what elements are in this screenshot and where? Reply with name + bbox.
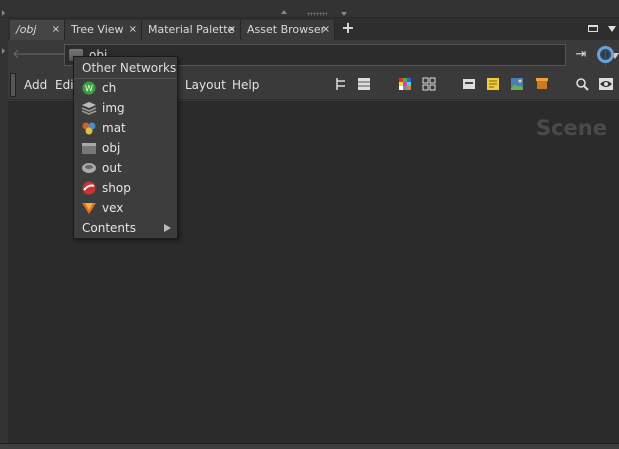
network-item-label: out <box>102 161 122 175</box>
network-item-ch[interactable]: W ch <box>74 78 177 98</box>
add-tab-button[interactable]: + <box>339 18 357 40</box>
top-splitter[interactable] <box>0 0 619 18</box>
pane-menu-icon[interactable] <box>588 25 598 32</box>
menu-add[interactable]: Add <box>24 78 47 92</box>
tab-label: Tree View <box>71 23 124 36</box>
toolbar-handle[interactable] <box>10 73 16 97</box>
menu-help[interactable]: Help <box>232 78 259 92</box>
link-pane-icon[interactable] <box>597 46 614 63</box>
network-item-label: obj <box>102 141 121 155</box>
collapse-down-icon[interactable] <box>341 12 347 16</box>
pane-dropdown-icon[interactable] <box>608 26 616 32</box>
close-icon[interactable]: × <box>228 20 236 40</box>
pane-tab-bar: /obj × Tree View × Material Palette × As… <box>8 18 619 40</box>
tree-layout-icon[interactable] <box>334 77 348 91</box>
network-item-mat[interactable]: mat <box>74 118 177 138</box>
contents-submenu[interactable]: Contents <box>74 218 177 238</box>
submenu-arrow-icon <box>164 224 171 232</box>
img-network-icon <box>81 102 97 115</box>
tab-obj[interactable]: /obj × <box>10 20 65 40</box>
mat-network-icon <box>82 122 96 135</box>
background-image-icon[interactable] <box>510 77 524 91</box>
list-view-icon[interactable] <box>357 77 371 91</box>
left-splitter[interactable] <box>0 10 8 449</box>
color-palette-icon[interactable] <box>398 77 412 91</box>
tab-label: Material Palette <box>148 23 235 36</box>
network-item-obj[interactable]: obj <box>74 138 177 158</box>
bottom-splitter[interactable] <box>0 443 619 449</box>
contents-label: Contents <box>82 221 136 235</box>
network-item-label: ch <box>102 81 117 95</box>
network-item-out[interactable]: out <box>74 158 177 178</box>
shape-palette-icon[interactable] <box>422 77 436 91</box>
network-item-label: shop <box>102 181 131 195</box>
vex-network-icon <box>82 203 96 214</box>
tab-material-palette[interactable]: Material Palette × <box>142 20 241 40</box>
back-icon[interactable]: 🡐 <box>12 48 47 62</box>
tab-label: Asset Browser <box>247 23 326 36</box>
forward-icon[interactable]: 🡒 <box>36 48 71 62</box>
network-item-label: vex <box>102 201 124 215</box>
menu-layout[interactable]: Layout <box>185 78 226 92</box>
network-item-img[interactable]: img <box>74 98 177 118</box>
other-networks-menu: Other Networks W ch img mat obj out shop… <box>73 56 178 239</box>
tab-label: /obj <box>16 23 37 36</box>
visibility-eye-icon[interactable] <box>599 77 613 91</box>
obj-network-icon <box>82 143 96 154</box>
left-expand-icon[interactable] <box>2 10 5 16</box>
left-expand-icon[interactable] <box>2 48 5 54</box>
close-icon[interactable]: × <box>129 20 137 40</box>
menu-header: Other Networks <box>82 61 177 75</box>
sticky-note-icon[interactable] <box>486 77 500 91</box>
close-icon[interactable]: × <box>52 20 60 40</box>
close-icon[interactable]: × <box>322 20 330 40</box>
network-item-shop[interactable]: shop <box>74 178 177 198</box>
network-box-icon[interactable] <box>462 77 476 91</box>
search-icon[interactable] <box>575 77 589 91</box>
splitter-grip-icon[interactable] <box>307 12 327 16</box>
collapse-up-icon[interactable] <box>281 10 287 14</box>
subnet-icon[interactable] <box>535 77 549 91</box>
tab-asset-browser[interactable]: Asset Browser × <box>241 20 335 40</box>
shop-network-icon <box>82 181 96 195</box>
tab-tree-view[interactable]: Tree View × <box>65 20 142 40</box>
out-network-icon <box>82 163 96 173</box>
pin-icon[interactable]: ⇥ <box>573 47 589 63</box>
network-item-label: img <box>102 101 125 115</box>
network-type-label: Scene <box>535 116 607 140</box>
ch-network-icon: W <box>82 81 96 95</box>
svg-text:W: W <box>85 84 93 93</box>
network-item-label: mat <box>102 121 126 135</box>
network-item-vex[interactable]: vex <box>74 198 177 218</box>
